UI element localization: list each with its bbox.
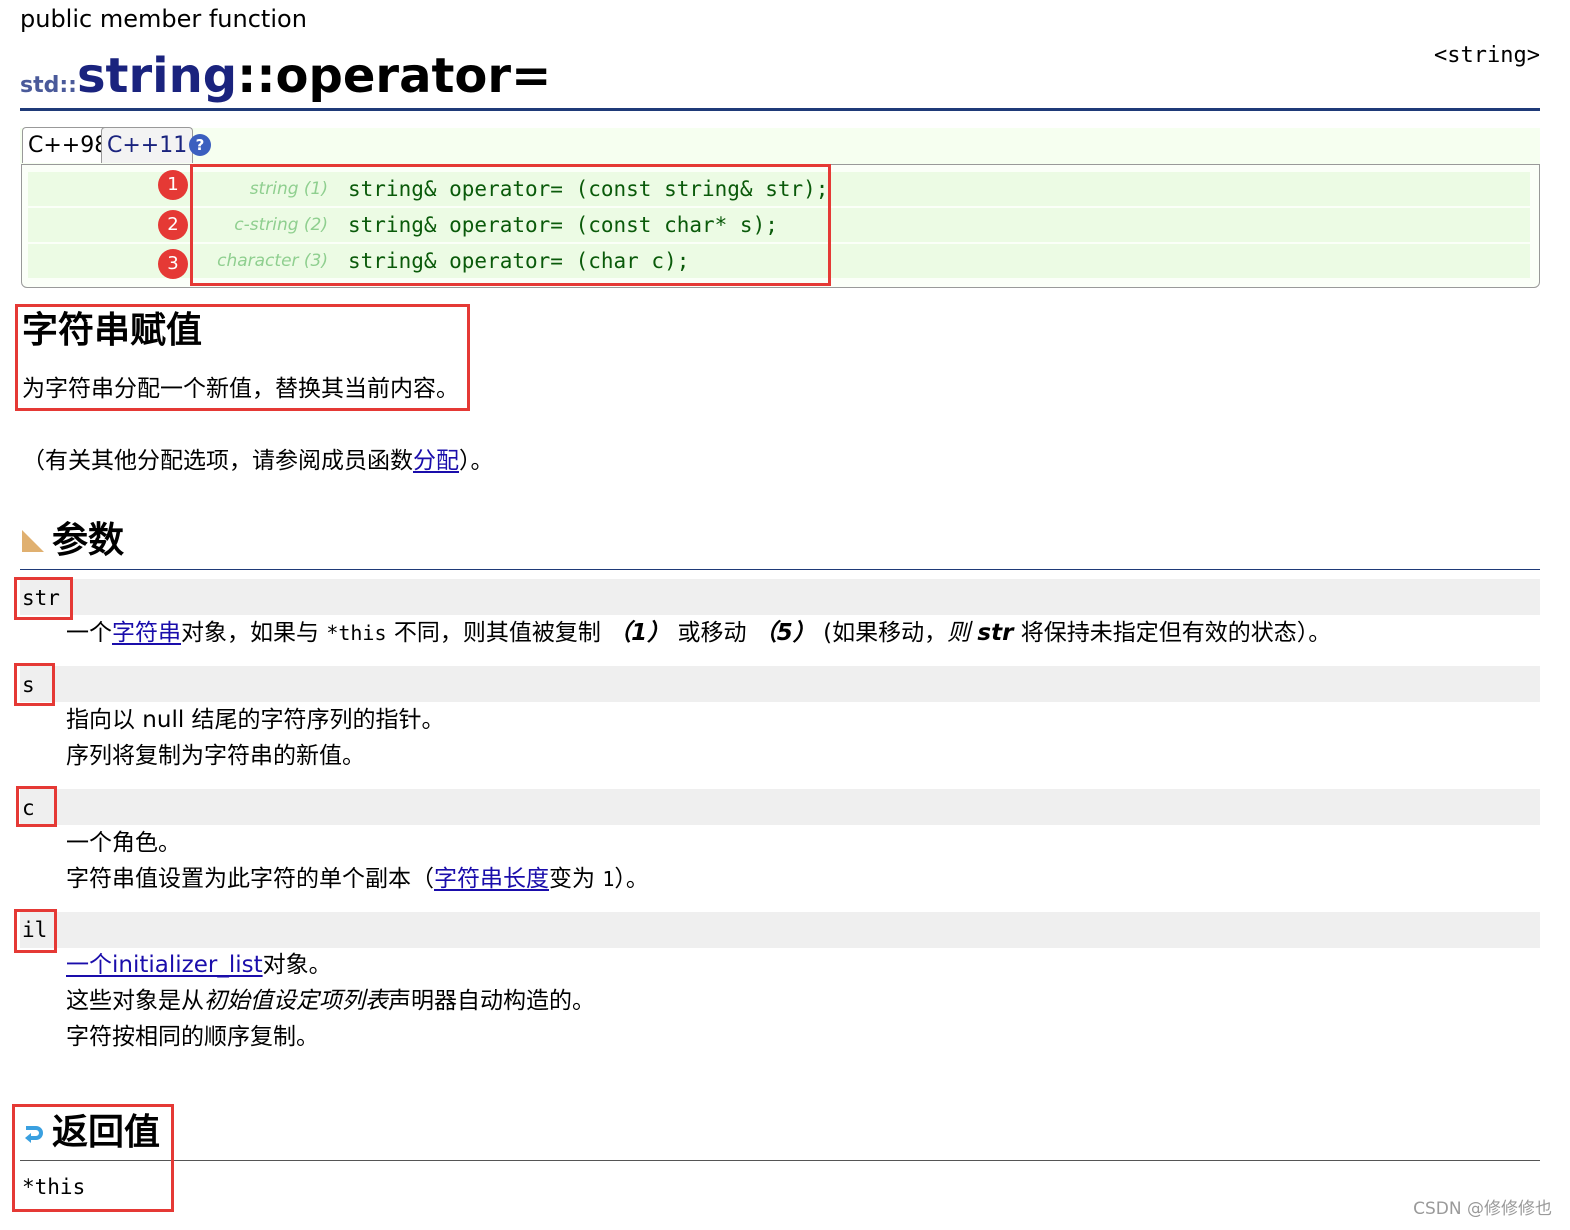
param-desc-il-2: 这些对象是从初始值设定项列表声明器自动构造的。 (66, 988, 595, 1014)
parameters-divider (20, 569, 1540, 570)
param-header-c (20, 789, 1540, 825)
title-divider (20, 108, 1540, 111)
param-desc-il-3: 字符按相同的顺序复制。 (66, 1024, 319, 1050)
annotation-badge-2: 2 (158, 210, 188, 240)
param-desc-il-1: 一个initializer_list对象。 (66, 952, 332, 978)
param-desc-s-1: 指向以 null 结尾的字符序列的指针。 (66, 707, 445, 733)
title-namespace: std:: (20, 73, 77, 98)
param-desc-c-2: 字符串值设置为此字符的单个副本（字符串长度变为 1）。 (66, 866, 649, 892)
return-divider (20, 1160, 1540, 1161)
assign-link[interactable]: 分配 (413, 448, 459, 474)
title-operator: ::operator= (237, 48, 552, 104)
member-kind-label: public member function (20, 5, 307, 33)
ruler-icon (22, 530, 44, 552)
param-header-il (20, 912, 1540, 948)
page-title: std::string::operator= (20, 46, 551, 117)
annotation-box-return (12, 1104, 174, 1212)
annotation-box-il (14, 909, 57, 953)
tab-cpp11[interactable]: C++11 (101, 127, 194, 163)
annotation-box-prototypes (190, 164, 831, 286)
annotation-box-str (14, 577, 73, 620)
help-icon[interactable]: ? (189, 134, 211, 156)
header-file-tag[interactable]: <string> (1434, 42, 1540, 70)
annotation-badge-1: 1 (158, 170, 188, 200)
string-length-link[interactable]: 字符串长度 (434, 866, 549, 892)
annotation-box-c (16, 786, 57, 827)
initializer-list-link[interactable]: 一个initializer_list (66, 952, 263, 978)
param-header-str (20, 579, 1540, 615)
string-link[interactable]: 字符串 (112, 620, 181, 646)
watermark: CSDN @修修修也 (1413, 1199, 1552, 1219)
annotation-box-s (14, 663, 55, 706)
param-desc-s-2: 序列将复制为字符串的新值。 (66, 743, 365, 769)
description-note: （有关其他分配选项，请参阅成员函数分配）。 (22, 448, 494, 474)
tab-strip (20, 128, 1540, 164)
param-header-s (20, 666, 1540, 702)
title-class-link[interactable]: string (77, 48, 237, 104)
parameters-title: 参数 (52, 520, 125, 561)
param-desc-c-1: 一个角色。 (66, 830, 181, 856)
param-desc-str: 一个字符串对象，如果与 *this 不同，则其值被复制 （1） 或移动 （5） … (66, 620, 1332, 646)
annotation-badge-3: 3 (158, 249, 188, 279)
annotation-box-description (15, 304, 470, 411)
